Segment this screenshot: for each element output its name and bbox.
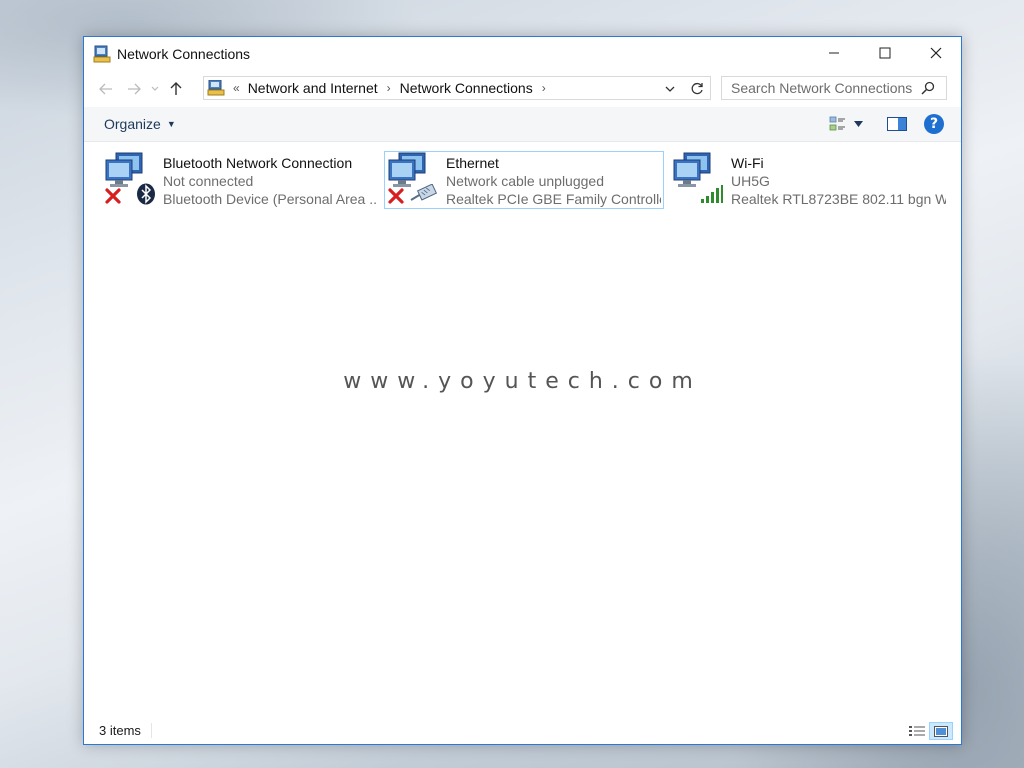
red-x-icon	[105, 188, 121, 204]
ethernet-cable-icon	[410, 184, 438, 201]
connection-name: Ethernet	[446, 155, 499, 171]
connection-status: Not connected	[163, 173, 254, 189]
breadcrumb-overflow-button[interactable]: «	[233, 81, 240, 95]
connection-details: Bluetooth Network Connection Not connect…	[163, 152, 378, 208]
details-view-icon	[909, 726, 925, 736]
arrow-right-icon	[128, 83, 141, 95]
refresh-button[interactable]	[684, 76, 711, 100]
window-title: Network Connections	[117, 46, 251, 62]
breadcrumb-network-connections[interactable]: Network Connections	[400, 80, 533, 96]
wifi-signal-icon	[701, 185, 723, 203]
caret-down-icon: ▼	[166, 119, 176, 129]
search-box[interactable]	[721, 76, 947, 100]
connection-details: Wi-Fi UH5G Realtek RTL8723BE 802.11 bgn …	[731, 152, 946, 208]
up-button[interactable]	[162, 76, 190, 102]
change-view-button[interactable]	[827, 112, 849, 136]
connection-item-wifi[interactable]: Wi-Fi UH5G Realtek RTL8723BE 802.11 bgn …	[669, 151, 954, 209]
network-adapter-icon	[102, 152, 160, 208]
navigation-bar: « Network and Internet › Network Connect…	[84, 71, 961, 107]
chevron-right-icon[interactable]: ›	[542, 81, 546, 95]
recent-locations-button[interactable]	[148, 76, 162, 102]
chevron-right-icon[interactable]: ›	[387, 81, 391, 95]
back-button[interactable]	[92, 76, 120, 102]
red-x-icon	[388, 188, 404, 204]
chevron-down-icon	[665, 86, 675, 92]
bluetooth-icon	[137, 183, 155, 205]
maximize-icon	[879, 47, 890, 59]
arrow-up-icon	[170, 82, 182, 95]
address-bar[interactable]: « Network and Internet › Network Connect…	[203, 76, 711, 100]
chevron-down-icon	[151, 86, 159, 91]
connections-list: Bluetooth Network Connection Not connect…	[84, 143, 961, 717]
close-button[interactable]	[910, 37, 961, 69]
network-connections-icon	[93, 45, 111, 63]
address-history-dropdown[interactable]	[662, 81, 678, 97]
item-count: 3 items	[99, 723, 152, 738]
search-input[interactable]	[722, 80, 918, 96]
connection-status: Network cable unplugged	[446, 173, 604, 189]
view-options-dropdown[interactable]	[849, 112, 867, 136]
command-bar-right: ?	[827, 112, 949, 136]
view-toggle-group	[905, 722, 953, 740]
title-bar: Network Connections	[84, 37, 961, 71]
connection-item-ethernet[interactable]: Ethernet Network cable unplugged Realtek…	[384, 151, 664, 209]
large-icons-view-button[interactable]	[929, 722, 953, 740]
network-adapter-icon	[670, 152, 728, 208]
minimize-button[interactable]	[808, 37, 859, 69]
refresh-icon	[691, 82, 703, 94]
minimize-icon	[828, 52, 839, 54]
view-options-icon	[829, 116, 845, 131]
help-button[interactable]: ?	[919, 112, 949, 136]
caret-down-icon	[853, 121, 863, 127]
details-view-button[interactable]	[905, 722, 929, 740]
network-adapter-icon	[385, 152, 443, 208]
close-icon	[930, 47, 941, 59]
arrow-left-icon	[99, 83, 112, 95]
maximize-button[interactable]	[859, 37, 910, 69]
breadcrumb-network-and-internet[interactable]: Network and Internet	[248, 80, 378, 96]
command-bar: Organize ▼ ?	[84, 107, 961, 142]
preview-pane-icon	[887, 117, 907, 131]
organize-menu-button[interactable]: Organize ▼	[104, 116, 176, 132]
window-controls	[808, 37, 961, 69]
status-bar: 3 items	[84, 717, 961, 744]
explorer-window: Network Connections « Network and Intern…	[83, 36, 962, 745]
forward-button[interactable]	[120, 76, 148, 102]
connection-name: Wi-Fi	[731, 155, 764, 171]
help-icon: ?	[924, 114, 944, 134]
connection-item-bluetooth[interactable]: Bluetooth Network Connection Not connect…	[101, 151, 383, 209]
preview-pane-button[interactable]	[879, 112, 915, 136]
connection-device: Bluetooth Device (Personal Area ...	[163, 191, 378, 207]
network-connections-icon	[207, 79, 225, 96]
connection-device: Realtek PCIe GBE Family Controller	[446, 191, 661, 207]
large-icons-view-icon	[934, 725, 948, 737]
connection-device: Realtek RTL8723BE 802.11 bgn Wi...	[731, 191, 946, 207]
search-icon[interactable]	[918, 78, 938, 98]
watermark-text: www.yoyutech.com	[343, 369, 702, 394]
organize-label: Organize	[104, 116, 161, 132]
connection-status: UH5G	[731, 173, 770, 189]
connection-details: Ethernet Network cable unplugged Realtek…	[446, 152, 661, 208]
connection-name: Bluetooth Network Connection	[163, 155, 353, 171]
